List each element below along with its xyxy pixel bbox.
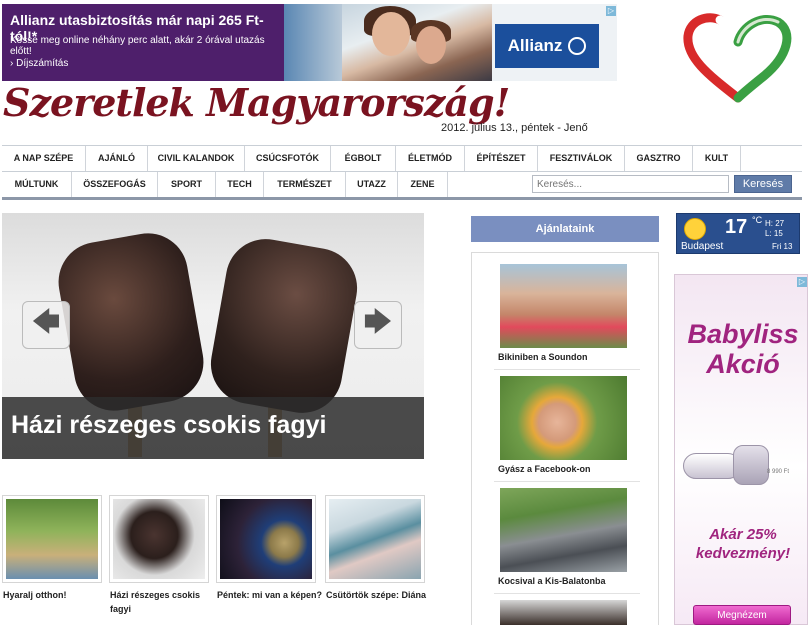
ajanlat-image[interactable]: [500, 600, 627, 625]
ajanlat-image[interactable]: [500, 376, 627, 460]
adchoices-icon[interactable]: ▷: [606, 6, 616, 16]
weather-city: Budapest: [681, 241, 724, 252]
sun-icon: [684, 218, 706, 240]
thumbnail-image: [220, 499, 312, 579]
divider: [494, 481, 640, 482]
nav-item-osszefogas[interactable]: ÖSSZEFOGÁS: [72, 172, 158, 197]
search-input[interactable]: [532, 175, 729, 193]
weather-low: L: 15: [765, 229, 783, 238]
nav-item-sport[interactable]: SPORT: [158, 172, 216, 197]
thumbnail-label[interactable]: Hyaralj otthon!: [3, 588, 113, 602]
weather-widget[interactable]: 17 °C H: 27 L: 15 Budapest Fri 13: [676, 213, 800, 254]
site-logo[interactable]: Szeretlek Magyarország!: [3, 80, 510, 125]
nav-item-fesztivalok[interactable]: FESZTIVÁLOK: [538, 146, 625, 171]
weather-day: Fri 13: [772, 242, 793, 251]
epilator-image: [733, 445, 769, 485]
popsicle-image: [204, 232, 364, 420]
nav-item-kult[interactable]: KULT: [693, 146, 741, 171]
babyliss-side-ad[interactable]: ▷ Babyliss Akció 8 990 Ft Akár 25% kedve…: [674, 274, 808, 625]
ad-price: 8 990 Ft: [767, 469, 790, 475]
nav-item-multunk[interactable]: MÚLTUNK: [2, 172, 72, 197]
divider: [494, 593, 640, 594]
nav-item-tech[interactable]: TECH: [216, 172, 264, 197]
nav-item-eletmod[interactable]: ÉLETMÓD: [396, 146, 465, 171]
featured-slider[interactable]: 🡄 🡆 Házi részeges csokis fagyi: [2, 213, 424, 459]
search-button[interactable]: Keresés: [734, 175, 792, 193]
nav-item-civil-kalandok[interactable]: CIVIL KALANDOK: [148, 146, 245, 171]
ajanlat-label[interactable]: Bikiniben a Soundon: [498, 352, 588, 362]
ad-offer: Akár 25% kedvezmény!: [695, 526, 791, 562]
thumbnail-image: [113, 499, 205, 579]
ad-gradient: [284, 4, 342, 81]
nav-item-egbolt[interactable]: ÉGBOLT: [331, 146, 396, 171]
nav-item-gasztro[interactable]: GASZTRO: [625, 146, 693, 171]
nav-item-epiteszet[interactable]: ÉPÍTÉSZET: [465, 146, 538, 171]
weather-unit: °C: [752, 215, 763, 225]
allianz-logo: Allianz: [495, 24, 599, 68]
popsicle-image: [52, 227, 210, 417]
ad-photo-detail: [372, 12, 410, 56]
ajanlat-image[interactable]: [500, 488, 627, 572]
slider-caption[interactable]: Házi részeges csokis fagyi: [11, 411, 326, 440]
thumbnail-label[interactable]: Péntek: mi van a képen?: [217, 588, 327, 602]
nav-item-zene[interactable]: ZENE: [398, 172, 448, 197]
thumbnail-2[interactable]: [109, 495, 209, 583]
nav-item-csucsfotok[interactable]: CSÚCSFOTÓK: [245, 146, 331, 171]
divider: [494, 369, 640, 370]
thumbnail-label[interactable]: Házi részeges csokis fagyi: [110, 588, 220, 616]
nav-item-ajanlo[interactable]: AJÁNLÓ: [86, 146, 148, 171]
ad-subline: Kösse meg online néhány perc alatt, akár…: [10, 35, 265, 57]
ad-title: Babyliss Akció: [687, 319, 799, 379]
heart-flag-logo: [683, 13, 792, 103]
thumbnail-label[interactable]: Csütörtök szépe: Diána: [326, 588, 436, 602]
ajanlataink-heading: Ajánlataink: [471, 216, 659, 242]
slider-next-arrow-icon[interactable]: 🡆: [354, 301, 402, 349]
thumbnail-4[interactable]: [325, 495, 425, 583]
allianz-banner-ad[interactable]: Allianz utasbiztosítás már napi 265 Ft-t…: [2, 4, 617, 81]
ajanlat-label[interactable]: Kocsival a Kis-Balatonba: [498, 576, 606, 586]
thumbnail-3[interactable]: [216, 495, 316, 583]
ajanlat-label[interactable]: Gyász a Facebook-on: [498, 464, 591, 474]
ajanlat-image[interactable]: [500, 264, 627, 348]
thumbnail-image: [6, 499, 98, 579]
ad-photo-detail: [416, 26, 446, 64]
weather-temperature: 17: [725, 216, 748, 238]
nav-item-termeszet[interactable]: TERMÉSZET: [264, 172, 346, 197]
weather-high: H: 27: [765, 219, 785, 228]
adchoices-icon[interactable]: ▷: [797, 277, 807, 287]
thumbnail-image: [329, 499, 421, 579]
thumbnail-1[interactable]: [2, 495, 102, 583]
ad-cta-link[interactable]: › Díjszámítás: [10, 58, 68, 69]
allianz-mark-icon: [568, 37, 587, 55]
ad-view-button[interactable]: Megnézem: [693, 605, 791, 625]
main-nav-row-2: MÚLTUNK ÖSSZEFOGÁS SPORT TECH TERMÉSZET …: [2, 171, 802, 200]
date-text: 2012. július 13., péntek - Jenő: [441, 122, 588, 134]
main-nav-row-1: A NAP SZÉPE AJÁNLÓ CIVIL KALANDOK CSÚCSF…: [2, 145, 802, 171]
nav-item-a-nap-szepe[interactable]: A NAP SZÉPE: [2, 146, 86, 171]
slider-prev-arrow-icon[interactable]: 🡄: [22, 301, 70, 349]
allianz-brand-text: Allianz: [507, 36, 563, 55]
nav-item-utazz[interactable]: UTAZZ: [346, 172, 398, 197]
